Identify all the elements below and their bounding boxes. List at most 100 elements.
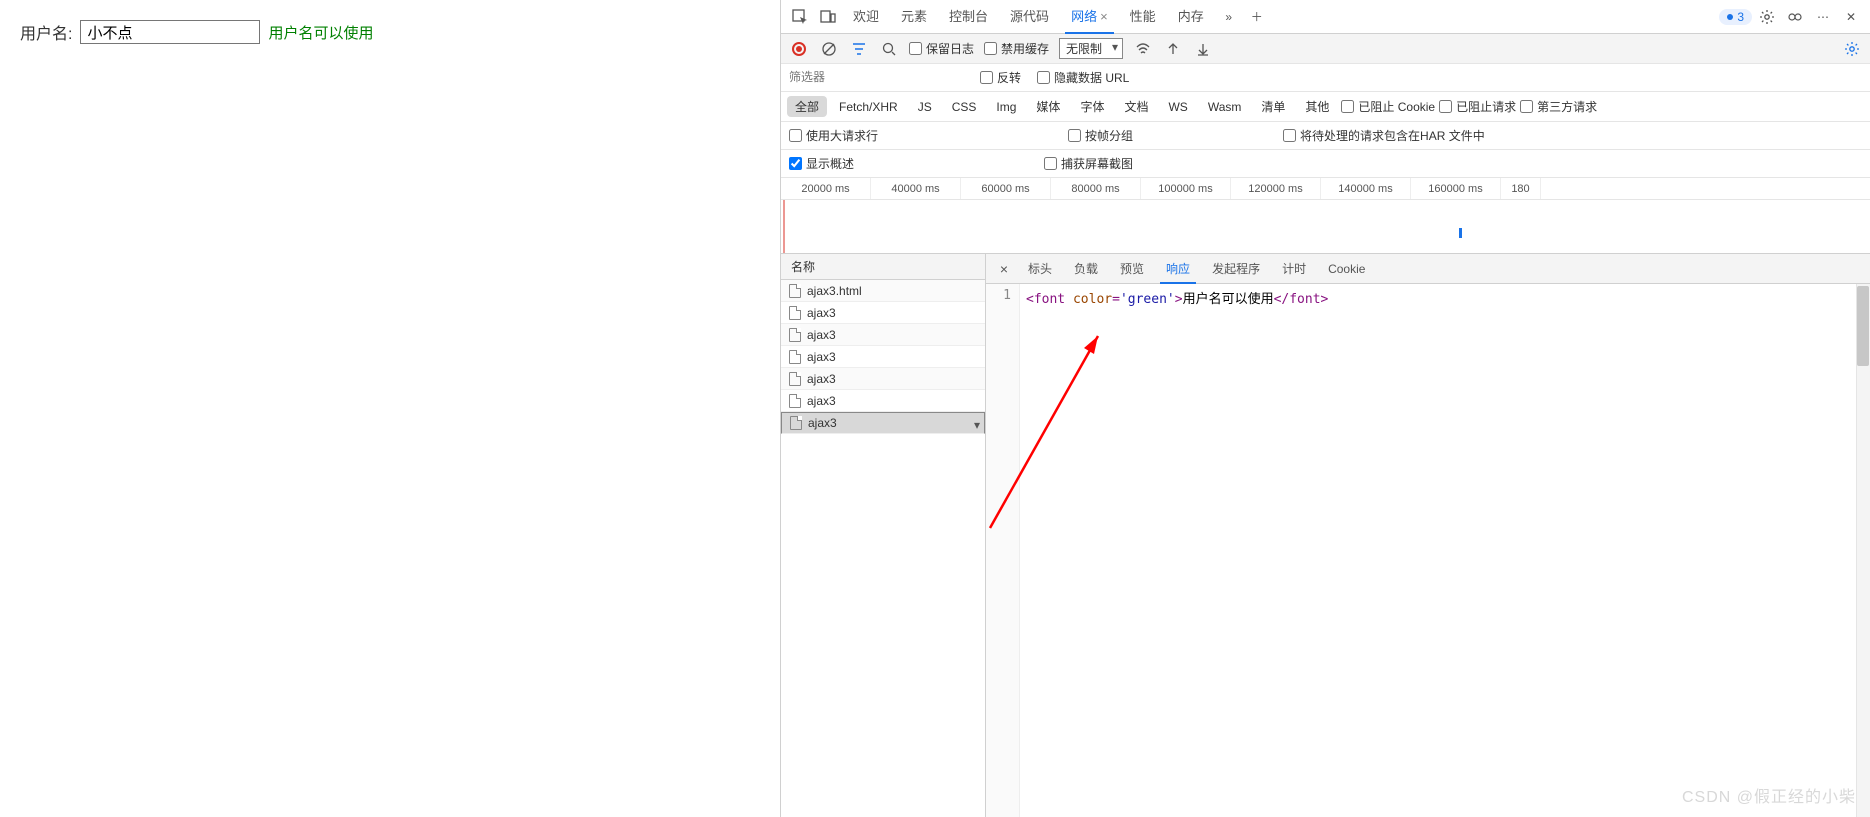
file-icon <box>789 284 801 298</box>
issues-badge[interactable]: 3 <box>1719 9 1752 25</box>
third-party-checkbox[interactable]: 第三方请求 <box>1520 98 1597 115</box>
request-row[interactable]: ajax3 <box>781 302 985 324</box>
close-devtools-icon[interactable]: ✕ <box>1838 4 1864 30</box>
type-all[interactable]: 全部 <box>787 96 827 117</box>
upload-icon[interactable] <box>1163 39 1183 59</box>
request-name: ajax3 <box>807 302 836 324</box>
network-bottom: 名称 ajax3.htmlajax3ajax3ajax3ajax3ajax3aj… <box>781 254 1870 817</box>
line-number: 1 <box>986 284 1020 817</box>
file-icon <box>789 350 801 364</box>
detail-tab-cookie[interactable]: Cookie <box>1318 254 1375 284</box>
detail-tab-response[interactable]: 响应 <box>1156 254 1200 284</box>
tab-elements[interactable]: 元素 <box>891 0 937 34</box>
throttle-select[interactable]: 无限制 <box>1059 38 1123 59</box>
username-label: 用户名: <box>20 20 72 44</box>
download-icon[interactable] <box>1193 39 1213 59</box>
timeline-tick: 60000 ms <box>961 178 1051 199</box>
menu-icon[interactable]: ⋯ <box>1810 4 1836 30</box>
group-by-frame-checkbox[interactable]: 按帧分组 <box>1068 127 1133 144</box>
disable-cache-checkbox[interactable]: 禁用缓存 <box>984 40 1049 57</box>
request-name: ajax3 <box>807 368 836 390</box>
type-css[interactable]: CSS <box>944 98 985 116</box>
capture-screens-checkbox[interactable]: 捕获屏幕截图 <box>1044 155 1133 172</box>
tab-console[interactable]: 控制台 <box>939 0 998 34</box>
options-row-1: 使用大请求行 按帧分组 将待处理的请求包含在HAR 文件中 <box>781 122 1870 150</box>
file-icon <box>789 372 801 386</box>
type-other[interactable]: 其他 <box>1297 96 1337 117</box>
type-filter-bar: 全部 Fetch/XHR JS CSS Img 媒体 字体 文档 WS Wasm… <box>781 92 1870 122</box>
detail-tabbar: × 标头 负载 预览 响应 发起程序 计时 Cookie <box>986 254 1870 284</box>
response-body[interactable]: 1 <font color='green'>用户名可以使用</font> <box>986 284 1870 817</box>
file-icon <box>789 394 801 408</box>
type-fetch[interactable]: Fetch/XHR <box>831 98 906 116</box>
add-tab-icon[interactable]: ＋ <box>1244 4 1270 30</box>
tab-memory[interactable]: 内存 <box>1168 0 1214 34</box>
request-list: 名称 ajax3.htmlajax3ajax3ajax3ajax3ajax3aj… <box>781 254 986 817</box>
type-manifest[interactable]: 清单 <box>1253 96 1293 117</box>
file-icon <box>789 328 801 342</box>
inspect-icon[interactable] <box>787 4 813 30</box>
detail-tab-headers[interactable]: 标头 <box>1018 254 1062 284</box>
detail-tab-payload[interactable]: 负载 <box>1064 254 1108 284</box>
request-row[interactable]: ajax3 <box>781 368 985 390</box>
request-name: ajax3 <box>807 346 836 368</box>
type-img[interactable]: Img <box>988 98 1024 116</box>
devtools-tabbar: 欢迎 元素 控制台 源代码 网络× 性能 内存 » ＋ 3 ⋯ ✕ <box>781 0 1870 34</box>
feedback-icon[interactable] <box>1782 4 1808 30</box>
tab-network[interactable]: 网络× <box>1061 0 1118 34</box>
scrollbar[interactable] <box>1856 284 1870 817</box>
filter-bar: 反转 隐藏数据 URL <box>781 64 1870 92</box>
settings-gear-icon[interactable] <box>1842 39 1862 59</box>
device-icon[interactable] <box>815 4 841 30</box>
username-row: 用户名: 用户名可以使用 <box>20 20 760 44</box>
request-name: ajax3 <box>808 412 837 434</box>
clear-icon[interactable] <box>819 39 839 59</box>
show-overview-checkbox[interactable]: 显示概述 <box>789 155 854 172</box>
tab-sources[interactable]: 源代码 <box>1000 0 1059 34</box>
file-icon <box>790 416 802 430</box>
detail-tab-preview[interactable]: 预览 <box>1110 254 1154 284</box>
record-icon[interactable] <box>789 39 809 59</box>
request-name: ajax3.html <box>807 280 862 302</box>
blocked-req-checkbox[interactable]: 已阻止请求 <box>1439 98 1516 115</box>
search-icon[interactable] <box>879 39 899 59</box>
timeline-tick: 180 <box>1501 178 1541 199</box>
filter-icon[interactable] <box>849 39 869 59</box>
blocked-cookie-checkbox[interactable]: 已阻止 Cookie <box>1341 98 1435 115</box>
gear-icon[interactable] <box>1754 4 1780 30</box>
timeline-tick: 20000 ms <box>781 178 871 199</box>
options-row-2: 显示概述 捕获屏幕截图 <box>781 150 1870 178</box>
hide-data-url-checkbox[interactable]: 隐藏数据 URL <box>1037 69 1129 86</box>
keep-log-checkbox[interactable]: 保留日志 <box>909 40 974 57</box>
timeline[interactable]: 20000 ms 40000 ms 60000 ms 80000 ms 1000… <box>781 178 1870 254</box>
timeline-tick: 160000 ms <box>1411 178 1501 199</box>
timeline-tick: 140000 ms <box>1321 178 1411 199</box>
type-js[interactable]: JS <box>910 98 940 116</box>
type-media[interactable]: 媒体 <box>1028 96 1068 117</box>
close-icon[interactable]: × <box>1100 9 1108 24</box>
type-doc[interactable]: 文档 <box>1116 96 1156 117</box>
big-rows-checkbox[interactable]: 使用大请求行 <box>789 127 878 144</box>
username-input[interactable] <box>80 20 260 44</box>
timeline-tick: 120000 ms <box>1231 178 1321 199</box>
tab-welcome[interactable]: 欢迎 <box>843 0 889 34</box>
request-row[interactable]: ajax3 <box>781 346 985 368</box>
type-ws[interactable]: WS <box>1160 98 1195 116</box>
username-msg: 用户名可以使用 <box>268 22 373 43</box>
detail-tab-timing[interactable]: 计时 <box>1272 254 1316 284</box>
wifi-icon[interactable] <box>1133 39 1153 59</box>
request-row[interactable]: ajax3 <box>781 412 985 434</box>
close-detail-icon[interactable]: × <box>992 261 1016 277</box>
detail-tab-initiator[interactable]: 发起程序 <box>1202 254 1270 284</box>
tab-performance[interactable]: 性能 <box>1120 0 1166 34</box>
more-tabs-icon[interactable]: » <box>1216 4 1242 30</box>
invert-checkbox[interactable]: 反转 <box>980 69 1021 86</box>
include-pending-checkbox[interactable]: 将待处理的请求包含在HAR 文件中 <box>1283 127 1485 144</box>
filter-input[interactable] <box>789 68 964 87</box>
request-row[interactable]: ajax3.html <box>781 280 985 302</box>
type-wasm[interactable]: Wasm <box>1200 98 1250 116</box>
watermark: CSDN @假正经的小柴 <box>1682 783 1856 807</box>
request-row[interactable]: ajax3 <box>781 324 985 346</box>
type-font[interactable]: 字体 <box>1072 96 1112 117</box>
request-row[interactable]: ajax3 <box>781 390 985 412</box>
